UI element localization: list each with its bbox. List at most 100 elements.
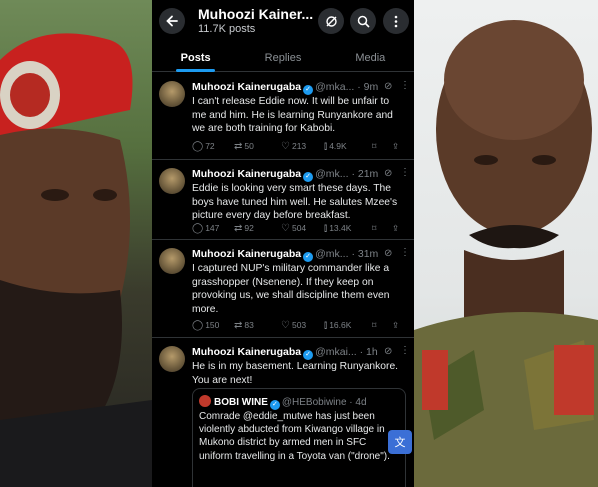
bookmark-icon[interactable]: ⌑ bbox=[372, 223, 376, 234]
tweet-item[interactable]: Muhoozi Kainerugaba ✓ @mkai... · 1h ⊘ ⋮ He… bbox=[152, 338, 414, 487]
views-button[interactable]: ⫾ 4.9K bbox=[324, 141, 347, 152]
grok-icon[interactable]: ⊘ bbox=[384, 248, 392, 259]
reply-button[interactable]: ◯ 147 bbox=[192, 223, 219, 234]
tab-posts[interactable]: Posts bbox=[152, 44, 239, 72]
profile-name: Muhoozi Kainer... bbox=[198, 6, 314, 22]
left-photo bbox=[0, 0, 152, 487]
search-icon[interactable] bbox=[350, 8, 376, 34]
tweet-text: I can't release Eddie now. It will be un… bbox=[192, 96, 393, 135]
share-icon[interactable]: ⇪ bbox=[392, 320, 399, 331]
quoted-tweet-header: BOBI WINE ✓ @HEBobiwine · 4d bbox=[199, 395, 367, 410]
like-button[interactable]: ♡ 504 bbox=[281, 223, 306, 234]
avatar[interactable] bbox=[159, 346, 185, 372]
like-button[interactable]: ♡ 213 bbox=[281, 141, 306, 152]
avatar[interactable] bbox=[159, 248, 185, 274]
author-handle: @mk... bbox=[315, 168, 349, 180]
reply-count: 150 bbox=[205, 320, 220, 330]
retweet-icon: ⇄ bbox=[234, 320, 243, 331]
retweet-button[interactable]: ⇄ 92 bbox=[234, 223, 254, 234]
retweet-count: 83 bbox=[244, 320, 254, 330]
grok-icon[interactable]: ⊘ bbox=[384, 81, 392, 92]
verified-badge-icon: ✓ bbox=[269, 400, 280, 410]
author-handle: @mk... bbox=[315, 248, 349, 260]
retweet-icon: ⇄ bbox=[234, 141, 243, 152]
more-horizontal-icon[interactable]: ⋮ bbox=[400, 80, 410, 91]
views-icon: ⫾ bbox=[324, 320, 328, 331]
quoted-tweet-text: Comrade @eddie_mutwe has just been viole… bbox=[199, 411, 390, 462]
heart-icon: ♡ bbox=[281, 223, 290, 234]
profile-titles: Muhoozi Kainer... 11.7K posts bbox=[198, 6, 313, 35]
back-arrow-icon[interactable] bbox=[159, 8, 185, 34]
tweet-text: He is in my basement. Learning Runyankor… bbox=[192, 361, 399, 386]
reply-icon: ◯ bbox=[192, 223, 204, 234]
retweet-count: 92 bbox=[244, 223, 254, 233]
more-vertical-icon[interactable] bbox=[383, 8, 409, 34]
author-handle: @mka... bbox=[315, 81, 355, 93]
verified-badge-icon: ✓ bbox=[303, 252, 314, 262]
views-button[interactable]: ⫾ 16.6K bbox=[324, 320, 351, 331]
views-icon: ⫾ bbox=[324, 141, 328, 152]
tweet-item[interactable]: Muhoozi Kainerugaba ✓ @mka... · 9m ⊘ ⋮ I c… bbox=[152, 73, 414, 160]
like-count: 504 bbox=[291, 223, 307, 233]
military-officer-image bbox=[414, 20, 598, 487]
more-horizontal-icon[interactable]: ⋮ bbox=[400, 247, 410, 258]
author-name[interactable]: Muhoozi Kainerugaba bbox=[192, 248, 301, 260]
quoted-author-name: BOBI WINE bbox=[214, 397, 268, 408]
tweet-header: Muhoozi Kainerugaba ✓ @mka... · 9m bbox=[192, 81, 378, 95]
verified-badge-icon: ✓ bbox=[303, 172, 314, 182]
more-horizontal-icon[interactable]: ⋮ bbox=[400, 167, 410, 178]
share-icon[interactable]: ⇪ bbox=[392, 223, 399, 234]
tweet-header: Muhoozi Kainerugaba ✓ @mkai... · 1h bbox=[192, 346, 378, 360]
view-count: 4.9K bbox=[329, 141, 347, 151]
tweet-time: · 21m bbox=[351, 168, 379, 180]
avatar bbox=[199, 395, 211, 407]
grok-icon[interactable]: ⊘ bbox=[384, 168, 392, 179]
translate-icon[interactable]: 文 bbox=[388, 430, 412, 454]
heart-icon: ♡ bbox=[281, 141, 290, 152]
author-name[interactable]: Muhoozi Kainerugaba bbox=[192, 168, 301, 180]
like-count: 503 bbox=[291, 320, 307, 330]
retweet-button[interactable]: ⇄ 83 bbox=[234, 320, 254, 331]
tweet-time: · 9m bbox=[357, 81, 379, 93]
more-horizontal-icon[interactable]: ⋮ bbox=[400, 345, 410, 356]
reply-icon: ◯ bbox=[192, 320, 204, 331]
author-name[interactable]: Muhoozi Kainerugaba bbox=[192, 346, 301, 358]
view-count: 13.4K bbox=[329, 223, 352, 233]
verified-badge-icon: ✓ bbox=[303, 85, 314, 95]
tab-media[interactable]: Media bbox=[327, 44, 414, 71]
views-button[interactable]: ⫾ 13.4K bbox=[324, 223, 351, 234]
retweet-icon: ⇄ bbox=[234, 223, 243, 234]
retweet-count: 50 bbox=[244, 141, 254, 151]
tweet-text: Eddie is looking very smart these days. … bbox=[192, 183, 398, 222]
tweet-actions: ◯ 147 ⇄ 92 ♡ 504 ⫾ 13.4K ⌑ ⇪ bbox=[192, 223, 408, 235]
bookmark-icon[interactable]: ⌑ bbox=[372, 320, 376, 331]
author-name[interactable]: Muhoozi Kainerugaba bbox=[192, 81, 301, 93]
author-handle: @mkai... bbox=[315, 346, 357, 358]
tweet-item[interactable]: Muhoozi Kainerugaba ✓ @mk... · 31m ⊘ ⋮ I c… bbox=[152, 240, 414, 338]
profile-tabs: Posts Replies Media bbox=[152, 44, 414, 72]
share-icon[interactable]: ⇪ bbox=[392, 141, 399, 152]
tweet-actions: ◯ 150 ⇄ 83 ♡ 503 ⫾ 16.6K ⌑ ⇪ bbox=[192, 320, 408, 332]
grok-icon[interactable] bbox=[318, 8, 344, 34]
tab-replies[interactable]: Replies bbox=[239, 44, 326, 71]
reply-button[interactable]: ◯ 72 bbox=[192, 141, 215, 152]
heart-icon: ♡ bbox=[281, 320, 290, 331]
tweet-header: Muhoozi Kainerugaba ✓ @mk... · 21m bbox=[192, 168, 378, 182]
profile-header: Muhoozi Kainer... 11.7K posts bbox=[152, 0, 414, 42]
tweet-header: Muhoozi Kainerugaba ✓ @mk... · 31m bbox=[192, 248, 378, 262]
views-icon: ⫾ bbox=[324, 223, 328, 234]
quoted-tweet[interactable]: BOBI WINE ✓ @HEBobiwine · 4d Comrade @eddi… bbox=[192, 388, 406, 487]
tweet-item[interactable]: Muhoozi Kainerugaba ✓ @mk... · 21m ⊘ ⋮ Edd… bbox=[152, 160, 414, 240]
grok-icon[interactable]: ⊘ bbox=[384, 346, 392, 357]
view-count: 16.6K bbox=[329, 320, 352, 330]
like-count: 213 bbox=[291, 141, 307, 151]
bookmark-icon[interactable]: ⌑ bbox=[372, 141, 376, 152]
like-button[interactable]: ♡ 503 bbox=[281, 320, 306, 331]
tweet-time: · 31m bbox=[351, 248, 379, 260]
avatar[interactable] bbox=[159, 81, 185, 107]
retweet-button[interactable]: ⇄ 50 bbox=[234, 141, 254, 152]
avatar[interactable] bbox=[159, 168, 185, 194]
reply-icon: ◯ bbox=[192, 141, 204, 152]
reply-button[interactable]: ◯ 150 bbox=[192, 320, 219, 331]
quoted-author-handle: @HEBobiwine bbox=[281, 397, 347, 408]
